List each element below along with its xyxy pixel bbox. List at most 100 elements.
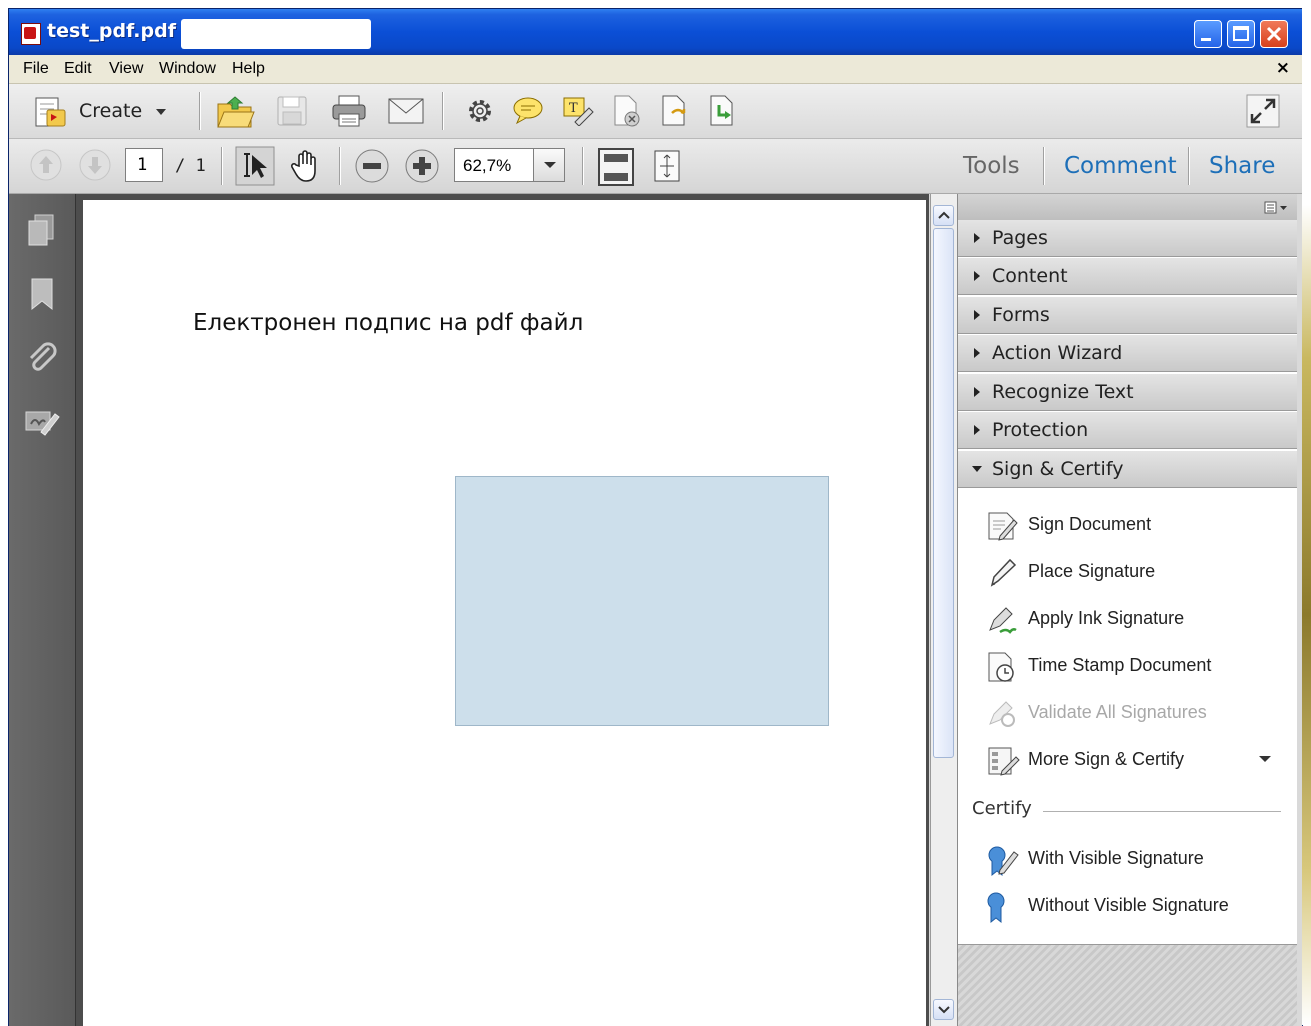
signatures-panel-icon[interactable] bbox=[23, 406, 61, 438]
panel-forms[interactable]: Forms bbox=[958, 297, 1297, 334]
panel-action-wizard[interactable]: Action Wizard bbox=[958, 335, 1297, 372]
document-view[interactable]: Електронен подпис на pdf файл bbox=[76, 194, 929, 1026]
pen-icon bbox=[990, 558, 1017, 587]
zoom-dropdown-button[interactable] bbox=[533, 148, 565, 182]
tool-label: Place Signature bbox=[1028, 561, 1156, 581]
maximize-button[interactable] bbox=[1227, 20, 1255, 48]
validate-pen-icon bbox=[989, 701, 1015, 727]
close-document-button[interactable]: × bbox=[1276, 58, 1290, 78]
vertical-scrollbar[interactable] bbox=[930, 194, 957, 1026]
ribbon-pen-icon bbox=[988, 846, 1019, 877]
tools-pane: Pages Content Forms Action Wizard Recogn… bbox=[957, 194, 1297, 1026]
create-pdf-icon[interactable] bbox=[33, 94, 69, 130]
highlight-text-icon[interactable]: T bbox=[561, 94, 595, 126]
document-sign-arrow-icon[interactable] bbox=[707, 93, 741, 129]
tool-with-visible-signature[interactable]: With Visible Signature bbox=[958, 837, 1297, 881]
select-tool-icon[interactable] bbox=[235, 146, 275, 186]
expand-arrow-icon bbox=[974, 233, 980, 243]
tool-time-stamp-document[interactable]: Time Stamp Document bbox=[958, 644, 1297, 688]
tool-without-visible-signature[interactable]: Without Visible Signature bbox=[958, 884, 1297, 928]
menu-window[interactable]: Window bbox=[159, 60, 216, 78]
email-envelope-icon[interactable] bbox=[387, 96, 425, 126]
document-heading: Електронен подпис на pdf файл bbox=[193, 310, 584, 336]
page-total-count: / 1 bbox=[175, 156, 206, 176]
zoom-out-icon[interactable] bbox=[354, 148, 390, 184]
menu-help[interactable]: Help bbox=[232, 60, 265, 78]
desktop-background-edge bbox=[1302, 0, 1311, 1025]
document-export-icon[interactable] bbox=[659, 93, 691, 129]
redacted-title-area bbox=[181, 19, 371, 49]
toolbar-separator bbox=[1043, 147, 1044, 185]
tool-more-sign-certify[interactable]: More Sign & Certify bbox=[958, 738, 1297, 782]
page-number-input[interactable]: 1 bbox=[125, 148, 163, 182]
tab-tools[interactable]: Tools bbox=[963, 153, 1020, 179]
scroll-thumb[interactable] bbox=[933, 228, 954, 758]
open-folder-icon[interactable] bbox=[215, 92, 255, 130]
pdf-app-icon bbox=[21, 23, 41, 45]
navigation-toolbar: 1 / 1 62,7% Tools Comment Share bbox=[9, 139, 1302, 194]
tool-label: Validate All Signatures bbox=[1028, 702, 1207, 722]
zoom-in-icon[interactable] bbox=[404, 148, 440, 184]
scroll-down-button[interactable] bbox=[933, 999, 954, 1020]
panel-label: Action Wizard bbox=[992, 342, 1123, 364]
toolbar-separator bbox=[1188, 147, 1189, 185]
acrobat-window: test_pdf.pdf - File Edit View Window Hel… bbox=[8, 8, 1303, 1026]
pdf-page[interactable]: Електронен подпис на pdf файл bbox=[83, 200, 926, 1026]
toolbar-separator bbox=[221, 147, 222, 185]
panel-options-icon[interactable] bbox=[1263, 200, 1291, 216]
toolbar-separator bbox=[442, 92, 443, 130]
create-button[interactable]: Create bbox=[79, 100, 142, 122]
panel-sign-certify[interactable]: Sign & Certify bbox=[958, 451, 1297, 488]
close-icon bbox=[1266, 26, 1282, 42]
menu-view[interactable]: View bbox=[109, 60, 143, 78]
scroll-up-button[interactable] bbox=[933, 205, 954, 226]
more-sign-icon bbox=[988, 747, 1020, 776]
close-window-button[interactable] bbox=[1260, 20, 1288, 48]
create-dropdown-icon[interactable] bbox=[155, 106, 167, 118]
title-bar[interactable]: test_pdf.pdf - bbox=[9, 9, 1302, 55]
collapse-arrow-icon bbox=[972, 466, 982, 472]
tab-comment[interactable]: Comment bbox=[1064, 153, 1177, 179]
tool-sign-document[interactable]: Sign Document bbox=[958, 503, 1297, 547]
hand-tool-icon[interactable] bbox=[287, 146, 327, 186]
more-dropdown-icon[interactable] bbox=[1258, 754, 1272, 764]
print-icon[interactable] bbox=[330, 93, 368, 129]
expand-arrow-icon bbox=[974, 271, 980, 281]
chevron-up-icon bbox=[938, 211, 950, 219]
tools-pane-empty-area bbox=[958, 944, 1297, 1026]
tool-apply-ink-signature[interactable]: Apply Ink Signature bbox=[958, 597, 1297, 641]
previous-page-icon[interactable] bbox=[29, 148, 63, 182]
main-toolbar: Create T bbox=[9, 84, 1302, 139]
tab-share[interactable]: Share bbox=[1209, 153, 1275, 179]
tool-label: Time Stamp Document bbox=[1028, 655, 1212, 675]
page-thumbnails-icon[interactable] bbox=[25, 212, 57, 248]
navigation-pane bbox=[9, 194, 76, 1026]
maximize-icon bbox=[1233, 26, 1249, 41]
document-delete-icon[interactable] bbox=[611, 93, 643, 129]
bookmarks-icon[interactable] bbox=[27, 276, 57, 312]
save-disk-icon[interactable] bbox=[275, 94, 309, 128]
panel-protection[interactable]: Protection bbox=[958, 412, 1297, 449]
panel-content[interactable]: Content bbox=[958, 258, 1297, 295]
next-page-icon[interactable] bbox=[78, 148, 112, 182]
certify-section-label: Certify bbox=[972, 798, 1032, 819]
fit-width-icon[interactable] bbox=[652, 148, 682, 184]
minimize-button[interactable] bbox=[1194, 20, 1222, 48]
panel-recognize-text[interactable]: Recognize Text bbox=[958, 374, 1297, 411]
panel-label: Forms bbox=[992, 304, 1050, 326]
panel-pages[interactable]: Pages bbox=[958, 220, 1297, 257]
tool-place-signature[interactable]: Place Signature bbox=[958, 550, 1297, 594]
window-title: test_pdf.pdf - bbox=[47, 20, 191, 42]
menu-edit[interactable]: Edit bbox=[64, 60, 92, 78]
comment-bubble-icon[interactable] bbox=[511, 95, 545, 125]
minimize-icon bbox=[1201, 38, 1211, 41]
attachments-paperclip-icon[interactable] bbox=[25, 340, 59, 376]
clock-document-icon bbox=[988, 652, 1014, 682]
fit-page-icon[interactable] bbox=[597, 147, 635, 187]
zoom-level-input[interactable]: 62,7% bbox=[454, 148, 534, 182]
signature-field[interactable] bbox=[455, 476, 829, 726]
fullscreen-expand-icon[interactable] bbox=[1246, 94, 1280, 128]
panel-label: Recognize Text bbox=[992, 381, 1134, 403]
settings-gear-icon[interactable] bbox=[465, 96, 495, 126]
menu-file[interactable]: File bbox=[23, 60, 49, 78]
